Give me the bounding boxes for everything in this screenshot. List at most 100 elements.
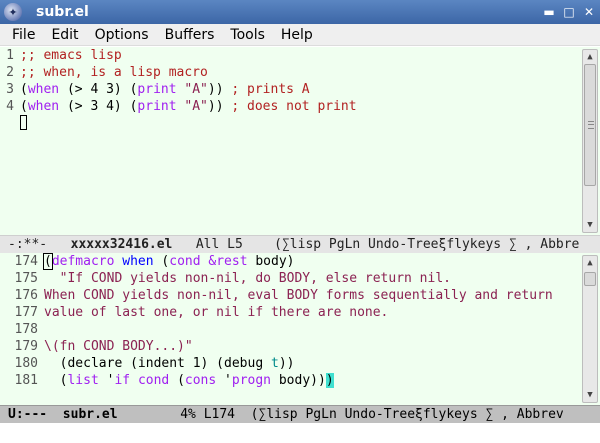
code-token: "A" bbox=[184, 82, 208, 97]
line-number: 175 bbox=[14, 271, 38, 286]
code-token: "A" bbox=[184, 99, 208, 114]
scroll-down-icon[interactable]: ▼ bbox=[583, 388, 597, 402]
code-line[interactable]: (declare (indent 1) (debug t)) bbox=[44, 355, 578, 372]
modeline-position: 4% L174 bbox=[180, 407, 236, 422]
code-token: )) bbox=[207, 99, 232, 114]
code-token: ; prints A bbox=[231, 82, 310, 97]
modeline-modes: (∑lisp PgLn Undo-Treeξflykeys ∑ , Abbre bbox=[274, 237, 580, 252]
scroll-up-icon[interactable]: ▲ bbox=[583, 256, 597, 270]
menu-help[interactable]: Help bbox=[273, 27, 321, 43]
code-line[interactable] bbox=[20, 115, 578, 132]
code-area[interactable]: (defmacro when (cond &rest body) "If CON… bbox=[43, 253, 578, 389]
code-token: list bbox=[67, 373, 99, 388]
line-number: 174 bbox=[14, 254, 38, 269]
menu-tools[interactable]: Tools bbox=[222, 27, 273, 43]
line-number: 4 bbox=[6, 99, 14, 114]
code-token: ( bbox=[169, 373, 185, 388]
code-line[interactable]: When COND yields non-nil, eval BODY form… bbox=[44, 287, 578, 304]
code-token: ' bbox=[216, 373, 232, 388]
code-line[interactable]: value of last one, or nil if there are n… bbox=[44, 304, 578, 321]
line-number: 181 bbox=[14, 373, 38, 388]
code-token: progn bbox=[231, 373, 272, 388]
mode-line-bottom[interactable]: U:--- subr.el 4% L174 (∑lisp PgLn Undo-T… bbox=[0, 405, 600, 423]
scroll-down-icon[interactable]: ▼ bbox=[583, 218, 597, 232]
line-number: 177 bbox=[14, 305, 38, 320]
menu-edit[interactable]: Edit bbox=[43, 27, 86, 43]
emacs-app-icon[interactable]: ✦ bbox=[4, 3, 22, 21]
code-token: when bbox=[122, 254, 154, 269]
code-line[interactable]: (list 'if cond (cons 'progn body))) bbox=[44, 372, 578, 389]
editor-window-top[interactable]: 1 2 3 4 ;; emacs lisp ;; when, is a lisp mac… bbox=[0, 47, 600, 235]
code-token: value of last one, or nil if there are n… bbox=[44, 305, 389, 320]
code-token: print bbox=[137, 82, 177, 97]
editor-window-bottom[interactable]: 174 175 176 177 178 179 180 181 (defmacro when … bbox=[0, 253, 600, 405]
code-token: ( bbox=[20, 99, 28, 114]
code-line[interactable]: (when (> 4 3) (print "A")) ; prints A bbox=[20, 81, 578, 98]
minimize-icon[interactable]: ▬ bbox=[540, 3, 558, 21]
code-line[interactable]: \(fn COND BODY...)" bbox=[44, 338, 578, 355]
code-line[interactable]: ;; when, is a lisp macro bbox=[20, 64, 578, 81]
modeline-buffer-name: xxxxx32416.el bbox=[70, 237, 173, 252]
vertical-scrollbar[interactable]: ▲ ▼ bbox=[582, 49, 598, 233]
code-line[interactable]: "If COND yields non-nil, do BODY, else r… bbox=[44, 270, 578, 287]
code-token: ' bbox=[98, 373, 115, 388]
code-token: when bbox=[27, 82, 60, 97]
maximize-icon[interactable]: □ bbox=[560, 3, 578, 21]
menu-file[interactable]: File bbox=[4, 27, 43, 43]
code-token: ;; emacs lisp bbox=[20, 48, 122, 63]
code-line[interactable]: (defmacro when (cond &rest body) bbox=[43, 253, 578, 270]
scroll-thumb[interactable] bbox=[584, 64, 596, 186]
code-area[interactable]: ;; emacs lisp;; when, is a lisp macro (wh… bbox=[20, 47, 578, 132]
line-number-gutter: 174 175 176 177 178 179 180 181 bbox=[0, 253, 38, 389]
code-token: "If COND yields non-nil, do BODY, else r… bbox=[44, 271, 451, 286]
text-cursor bbox=[20, 115, 27, 130]
modeline-status: U:--- bbox=[8, 407, 48, 422]
code-token: ( bbox=[44, 373, 68, 388]
modeline-modes: (∑lisp PgLn Undo-Treeξflykeys ∑ , Abbrev bbox=[250, 407, 564, 422]
code-token: \(fn COND BODY...)" bbox=[44, 339, 193, 354]
line-number: 176 bbox=[14, 288, 38, 303]
menu-buffers[interactable]: Buffers bbox=[157, 27, 223, 43]
code-token: body)) bbox=[271, 373, 326, 388]
code-token: cons bbox=[184, 373, 217, 388]
code-line[interactable]: ;; emacs lisp bbox=[20, 47, 578, 64]
code-token: ;; when, is a lisp macro bbox=[20, 65, 208, 80]
line-number: 179 bbox=[14, 339, 38, 354]
minibuffer[interactable] bbox=[0, 423, 600, 443]
code-line[interactable]: (when (> 3 4) (print "A")) ; does not pr… bbox=[20, 98, 578, 115]
vertical-scrollbar[interactable]: ▲ ▼ bbox=[582, 255, 598, 403]
code-line[interactable] bbox=[44, 321, 578, 338]
code-token: cond bbox=[169, 254, 201, 269]
line-number: 3 bbox=[6, 82, 14, 97]
menu-options[interactable]: Options bbox=[87, 27, 157, 43]
code-token: when bbox=[27, 99, 60, 114]
code-token: (> 4 3) ( bbox=[59, 82, 138, 97]
code-token: body) bbox=[247, 254, 295, 269]
code-token: ( bbox=[43, 253, 53, 270]
code-token: )) bbox=[278, 356, 295, 371]
code-token: print bbox=[137, 99, 177, 114]
code-token: )) bbox=[207, 82, 232, 97]
code-token: ; does not print bbox=[231, 99, 357, 114]
modeline-buffer-name: subr.el bbox=[62, 407, 118, 422]
menu-bar: File Edit Options Buffers Tools Help bbox=[0, 24, 600, 46]
code-token: (declare (indent 1) (debug bbox=[44, 356, 271, 371]
scroll-thumb[interactable] bbox=[584, 272, 596, 286]
line-number-gutter: 1 2 3 4 bbox=[0, 47, 14, 115]
code-token: &rest bbox=[208, 254, 248, 269]
line-number: 1 bbox=[6, 48, 14, 63]
modeline-position: All L5 bbox=[195, 237, 243, 252]
close-icon[interactable]: ✕ bbox=[580, 3, 598, 21]
code-token: ( bbox=[20, 82, 28, 97]
line-number: 180 bbox=[14, 356, 38, 371]
mode-line-top[interactable]: -:**- xxxxx32416.el All L5 (∑lisp PgLn U… bbox=[0, 235, 600, 253]
code-token: (> 3 4) ( bbox=[59, 99, 138, 114]
line-number: 178 bbox=[14, 322, 38, 337]
scroll-up-icon[interactable]: ▲ bbox=[583, 50, 597, 64]
code-token: cond bbox=[137, 373, 170, 388]
window-title: subr.el bbox=[36, 4, 89, 20]
title-bar: ✦ subr.el ▬ □ ✕ bbox=[0, 0, 600, 24]
code-token: When COND yields non-nil, eval BODY form… bbox=[44, 288, 553, 303]
line-number: 2 bbox=[6, 65, 14, 80]
